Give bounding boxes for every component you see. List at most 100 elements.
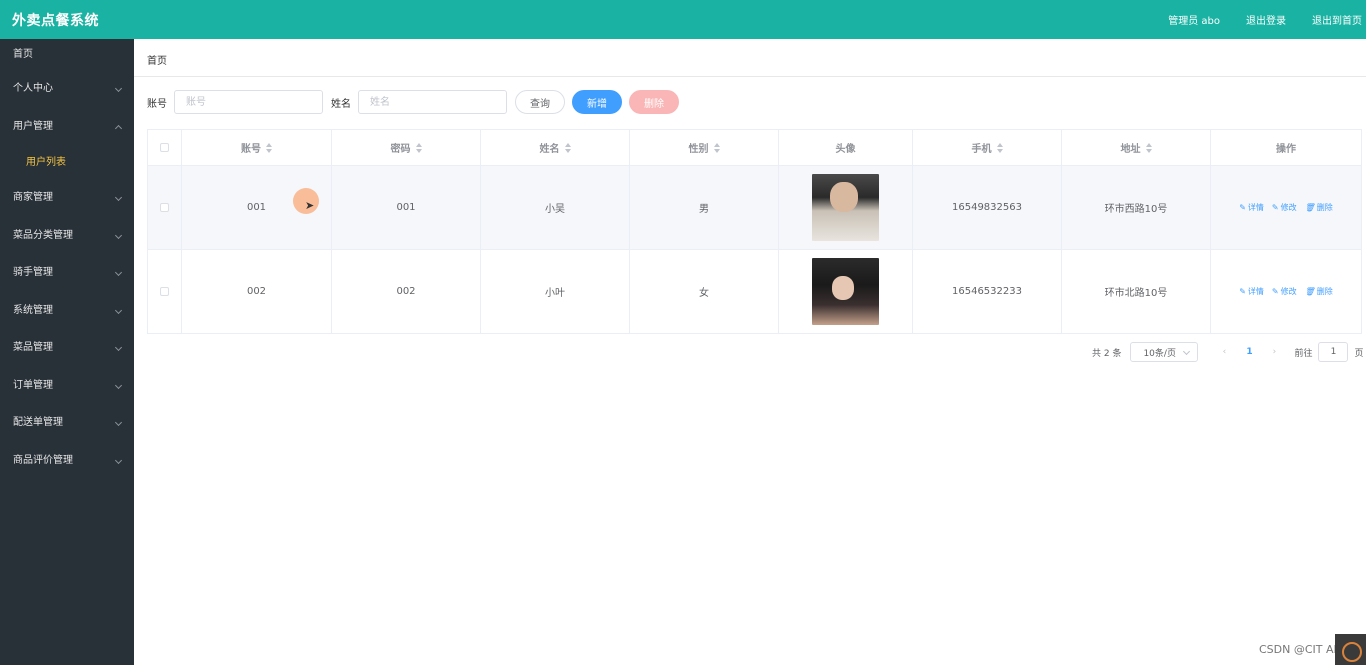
remove-button[interactable]: 🗑 删除: [1305, 202, 1333, 213]
sidebar-item-label: 用户管理: [13, 120, 53, 132]
sort-icon[interactable]: [1145, 142, 1152, 153]
query-button[interactable]: 查询: [515, 90, 565, 114]
cell-password: 001: [332, 166, 481, 249]
remove-button[interactable]: 🗑 删除: [1305, 286, 1333, 297]
chevron-down-icon: [114, 418, 123, 427]
column-header[interactable]: 地址: [1062, 130, 1211, 165]
exit-home-link[interactable]: 退出到首页: [1312, 12, 1362, 27]
cell-account: 002: [182, 250, 332, 333]
sidebar-item-orders[interactable]: 订单管理: [0, 369, 134, 407]
sort-icon[interactable]: [266, 142, 272, 153]
table-row: 001 001 小吴 男 16549832563 环市西路10号 ✎ 详情 ✎ 修改…: [148, 166, 1361, 250]
goto-label: 前往: [1294, 348, 1313, 359]
breadcrumb[interactable]: 首页: [147, 52, 167, 67]
sort-icon[interactable]: [996, 142, 1003, 153]
sidebar-item-label: 订单管理: [13, 379, 53, 391]
cell-address: 环市西路10号: [1062, 166, 1211, 249]
sidebar-item-dishes[interactable]: 菜品管理: [0, 331, 134, 369]
header-actions: 管理员 abo 退出登录 退出到首页: [1168, 0, 1366, 39]
sidebar-item-label: 配送单管理: [13, 417, 63, 428]
edit-icon: ✎: [1239, 287, 1246, 296]
sort-icon[interactable]: [415, 142, 422, 153]
cell-gender: 男: [630, 166, 779, 249]
sidebar-item-users[interactable]: 用户管理: [0, 110, 134, 148]
column-header[interactable]: 手机: [913, 130, 1062, 165]
sidebar-item-reviews[interactable]: 商品评价管理: [0, 444, 134, 482]
sidebar-item-riders[interactable]: 骑手管理: [0, 256, 134, 294]
column-header: 操作: [1276, 144, 1296, 155]
delete-button[interactable]: 删除: [629, 90, 679, 114]
prev-page-icon[interactable]: ‹: [1214, 347, 1234, 357]
cell-phone: 16546532233: [913, 250, 1062, 333]
name-label: 姓名: [331, 98, 351, 110]
row-actions: ✎ 详情 ✎ 修改 🗑 删除: [1239, 202, 1333, 213]
jump-input[interactable]: 1: [1318, 342, 1349, 362]
cell-gender: 女: [630, 250, 779, 333]
chevron-down-icon: [114, 84, 123, 93]
chevron-down-icon: [114, 306, 123, 314]
row-checkbox[interactable]: [160, 203, 169, 212]
sidebar-item-deliveries[interactable]: 配送单管理: [0, 406, 134, 444]
sidebar-item-system[interactable]: 系统管理: [0, 294, 134, 332]
sidebar-item-merchants[interactable]: 商家管理: [0, 181, 134, 219]
chevron-down-icon: [114, 456, 123, 464]
sidebar: 首页 个人中心 用户管理 用户列表 商家管理 菜品分类管理 骑手管理 系统管理 …: [0, 39, 134, 665]
edit-button[interactable]: ✎ 修改: [1272, 202, 1297, 213]
sidebar-item-label: 商家管理: [13, 192, 53, 203]
account-label: 账号: [147, 98, 167, 110]
page-size-select[interactable]: 10条/页: [1130, 342, 1199, 362]
logout-link[interactable]: 退出登录: [1246, 12, 1286, 27]
chevron-down-icon: [114, 193, 123, 202]
column-header[interactable]: 账号: [182, 130, 332, 165]
avatar: [812, 258, 879, 325]
top-bar: 外卖点餐系统 管理员 abo 退出登录 退出到首页: [0, 0, 1366, 39]
admin-label: 管理员 abo: [1168, 16, 1220, 27]
account-input[interactable]: [174, 90, 323, 114]
sidebar-item-label: 首页: [13, 49, 33, 60]
column-header[interactable]: 姓名: [481, 130, 630, 165]
search-bar: 账号 姓名 查询 新增 删除: [147, 90, 686, 114]
chevron-down-icon: [114, 268, 123, 277]
edit-icon: ✎: [1239, 203, 1246, 212]
sidebar-item-label: 系统管理: [13, 304, 53, 316]
cell-address: 环市北路10号: [1062, 250, 1211, 333]
select-all-checkbox[interactable]: [160, 143, 169, 152]
mouse-pointer-icon: ➤: [305, 199, 315, 212]
cell-password: 002: [332, 250, 481, 333]
cell-name: 小吴: [481, 166, 630, 249]
edit-button[interactable]: ✎ 修改: [1272, 286, 1297, 297]
watermark: CSDN @CIT ART: [1259, 643, 1348, 656]
chevron-up-icon: [114, 124, 123, 132]
sort-icon[interactable]: [713, 142, 720, 153]
total-count: 共 2 条: [1092, 348, 1122, 359]
user-table: 账号 密码 姓名 性别 头像 手机 地址 操作 001 001 小吴 男 165…: [147, 129, 1362, 334]
column-header[interactable]: 性别: [630, 130, 779, 165]
chevron-down-icon: [114, 343, 123, 352]
column-header: 头像: [779, 130, 913, 165]
column-header[interactable]: 密码: [332, 130, 481, 165]
cell-phone: 16549832563: [913, 166, 1062, 249]
detail-button[interactable]: ✎ 详情: [1239, 286, 1264, 297]
pagination: 共 2 条 10条/页 ‹ 1 › 前往 1 页: [1092, 341, 1363, 363]
detail-button[interactable]: ✎ 详情: [1239, 202, 1264, 213]
divider: [134, 76, 1366, 77]
edit-icon: ✎: [1271, 287, 1279, 296]
sidebar-item-home[interactable]: 首页: [0, 39, 134, 72]
next-page-icon[interactable]: ›: [1264, 347, 1284, 357]
add-button[interactable]: 新增: [572, 90, 622, 114]
row-checkbox[interactable]: [160, 287, 169, 296]
cell-name: 小叶: [481, 250, 630, 333]
sidebar-subitem-user-list[interactable]: 用户列表: [0, 147, 134, 181]
sidebar-item-dish-categories[interactable]: 菜品分类管理: [0, 219, 134, 257]
sort-icon[interactable]: [564, 142, 571, 153]
current-page[interactable]: 1: [1234, 347, 1264, 357]
name-input[interactable]: [358, 90, 507, 114]
trash-icon: 🗑: [1304, 287, 1315, 296]
app-title: 外卖点餐系统: [12, 13, 99, 29]
page-label: 页: [1354, 348, 1364, 359]
table-header: 账号 密码 姓名 性别 头像 手机 地址 操作: [148, 130, 1361, 166]
sidebar-item-profile[interactable]: 个人中心: [0, 72, 134, 110]
chevron-down-icon: [114, 381, 123, 389]
corner-logo-icon: [1335, 634, 1366, 665]
table-row: 002 002 小叶 女 16546532233 环市北路10号 ✎ 详情 ✎ 修改…: [148, 250, 1361, 333]
